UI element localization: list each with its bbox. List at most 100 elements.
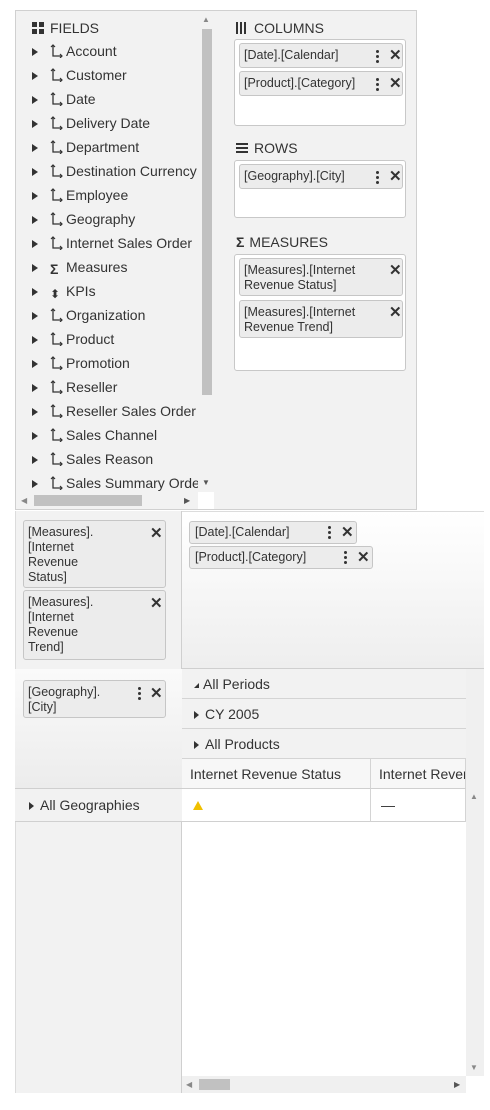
rows-chip[interactable]: [Geography].[City] ✕	[239, 164, 403, 189]
expand-icon[interactable]	[32, 216, 38, 224]
header-label: Internet Revenue Status	[190, 766, 341, 782]
expand-icon[interactable]	[32, 72, 38, 80]
scroll-up-icon[interactable]: ▲	[202, 15, 210, 25]
chip-menu-icon[interactable]	[376, 50, 380, 65]
expand-icon[interactable]	[32, 456, 38, 464]
field-item-kpis[interactable]: ⬍ KPIs	[32, 279, 198, 303]
grid-hscroll-thumb[interactable]	[199, 1079, 230, 1090]
column-header-all-products[interactable]: All Products	[182, 729, 466, 759]
collapse-icon[interactable]	[194, 683, 199, 688]
expand-icon[interactable]	[32, 312, 38, 320]
chip-menu-icon[interactable]	[376, 78, 380, 93]
expand-icon[interactable]	[32, 264, 38, 272]
chip-remove-icon[interactable]: ✕	[341, 525, 354, 540]
field-item-reseller-sales-order[interactable]: Reseller Sales Order	[32, 399, 198, 423]
expand-icon[interactable]	[194, 711, 199, 719]
rows-title: ROWS	[254, 140, 298, 156]
expand-icon[interactable]	[29, 802, 34, 810]
expand-icon[interactable]	[32, 480, 38, 488]
field-item-account[interactable]: Account	[32, 39, 198, 63]
expand-icon[interactable]	[32, 384, 38, 392]
rows-icon	[236, 142, 248, 154]
chip-remove-icon[interactable]: ✕	[389, 305, 402, 320]
data-cell-trend[interactable]: —	[371, 789, 466, 822]
expand-icon[interactable]	[32, 96, 38, 104]
expand-icon[interactable]	[32, 48, 38, 56]
chip-remove-icon[interactable]: ✕	[150, 686, 163, 701]
column-header-cy-2005[interactable]: CY 2005	[182, 699, 466, 729]
header-label: CY 2005	[205, 706, 260, 722]
scroll-left-icon[interactable]: ◀	[186, 1080, 192, 1090]
scroll-up-icon[interactable]: ▲	[470, 792, 478, 802]
row-header-all-geographies[interactable]: All Geographies	[15, 789, 182, 822]
chip-menu-icon[interactable]	[138, 687, 142, 702]
column-field-chip[interactable]: [Product].[Category] ✕	[189, 546, 373, 569]
columns-drop-zone[interactable]: [Date].[Calendar] ✕ [Product].[Category]…	[234, 39, 406, 126]
field-item-customer[interactable]: Customer	[32, 63, 198, 87]
measures-header: Σ MEASURES	[236, 234, 328, 250]
measures-field-chip[interactable]: [Measures]. [Internet Revenue Trend] ✕	[23, 590, 166, 660]
expand-icon[interactable]	[32, 336, 38, 344]
measures-chip[interactable]: [Measures].[Internet Revenue Status] ✕	[239, 258, 403, 296]
field-item-sales-channel[interactable]: Sales Channel	[32, 423, 198, 447]
expand-icon[interactable]	[32, 432, 38, 440]
expand-icon[interactable]	[32, 288, 38, 296]
columns-chip[interactable]: [Date].[Calendar] ✕	[239, 43, 403, 68]
field-item-geography[interactable]: Geography	[32, 207, 198, 231]
columns-chip[interactable]: [Product].[Category] ✕	[239, 71, 403, 96]
field-item-sales-summary-order[interactable]: Sales Summary Order	[32, 471, 198, 495]
hierarchy-icon	[50, 44, 64, 59]
measure-header-status[interactable]: Internet Revenue Status	[182, 759, 371, 789]
field-item-sales-reason[interactable]: Sales Reason	[32, 447, 198, 471]
expand-icon[interactable]	[32, 240, 38, 248]
field-item-delivery-date[interactable]: Delivery Date	[32, 111, 198, 135]
expand-icon[interactable]	[32, 144, 38, 152]
field-item-employee[interactable]: Employee	[32, 183, 198, 207]
scroll-right-icon[interactable]: ▶	[454, 1080, 460, 1090]
chip-menu-icon[interactable]	[376, 171, 380, 186]
fields-scroll-thumb[interactable]	[202, 29, 212, 395]
measure-header-trend[interactable]: Internet Revenue Trend	[371, 759, 466, 789]
field-item-product[interactable]: Product	[32, 327, 198, 351]
field-item-promotion[interactable]: Promotion	[32, 351, 198, 375]
expand-icon[interactable]	[32, 168, 38, 176]
field-item-destination-currency[interactable]: Destination Currency	[32, 159, 198, 183]
chip-menu-icon[interactable]	[344, 551, 348, 566]
field-item-reseller[interactable]: Reseller	[32, 375, 198, 399]
field-label: Geography	[66, 211, 136, 227]
expand-icon[interactable]	[32, 408, 38, 416]
field-item-internet-sales-order[interactable]: Internet Sales Order	[32, 231, 198, 255]
chip-remove-icon[interactable]: ✕	[389, 48, 402, 63]
measures-chip[interactable]: [Measures].[Internet Revenue Trend] ✕	[239, 300, 403, 338]
expand-icon[interactable]	[32, 120, 38, 128]
chip-remove-icon[interactable]: ✕	[357, 550, 370, 565]
expand-icon[interactable]	[194, 741, 199, 749]
field-item-organization[interactable]: Organization	[32, 303, 198, 327]
chip-remove-icon[interactable]: ✕	[389, 76, 402, 91]
chip-menu-icon[interactable]	[328, 526, 332, 541]
column-field-chip[interactable]: [Date].[Calendar] ✕	[189, 521, 357, 544]
chip-remove-icon[interactable]: ✕	[389, 263, 402, 278]
scroll-down-icon[interactable]: ▼	[470, 1063, 478, 1073]
data-cell-status[interactable]	[182, 789, 371, 822]
scroll-down-icon[interactable]: ▼	[202, 478, 210, 488]
field-item-department[interactable]: Department	[32, 135, 198, 159]
chip-remove-icon[interactable]: ✕	[150, 596, 163, 611]
rows-drop-zone[interactable]: [Geography].[City] ✕	[234, 160, 406, 218]
scroll-left-icon[interactable]: ◀	[21, 496, 27, 506]
grid-vertical-scrollbar[interactable]	[466, 669, 484, 1076]
scroll-right-icon[interactable]: ▶	[184, 496, 190, 506]
measures-field-chip[interactable]: [Measures]. [Internet Revenue Status] ✕	[23, 520, 166, 588]
row-field-chip[interactable]: [Geography]. [City] ✕	[23, 680, 166, 718]
chip-remove-icon[interactable]: ✕	[150, 526, 163, 541]
expand-icon[interactable]	[32, 192, 38, 200]
field-item-date[interactable]: Date	[32, 87, 198, 111]
chip-remove-icon[interactable]: ✕	[389, 169, 402, 184]
column-header-all-periods[interactable]: All Periods	[182, 669, 466, 699]
fields-hscroll-thumb[interactable]	[34, 495, 142, 506]
warning-triangle-icon	[193, 801, 203, 810]
measures-drop-zone[interactable]: [Measures].[Internet Revenue Status] ✕ […	[234, 254, 406, 371]
field-item-measures[interactable]: Σ Measures	[32, 255, 198, 279]
header-label: All Products	[205, 736, 280, 752]
expand-icon[interactable]	[32, 360, 38, 368]
